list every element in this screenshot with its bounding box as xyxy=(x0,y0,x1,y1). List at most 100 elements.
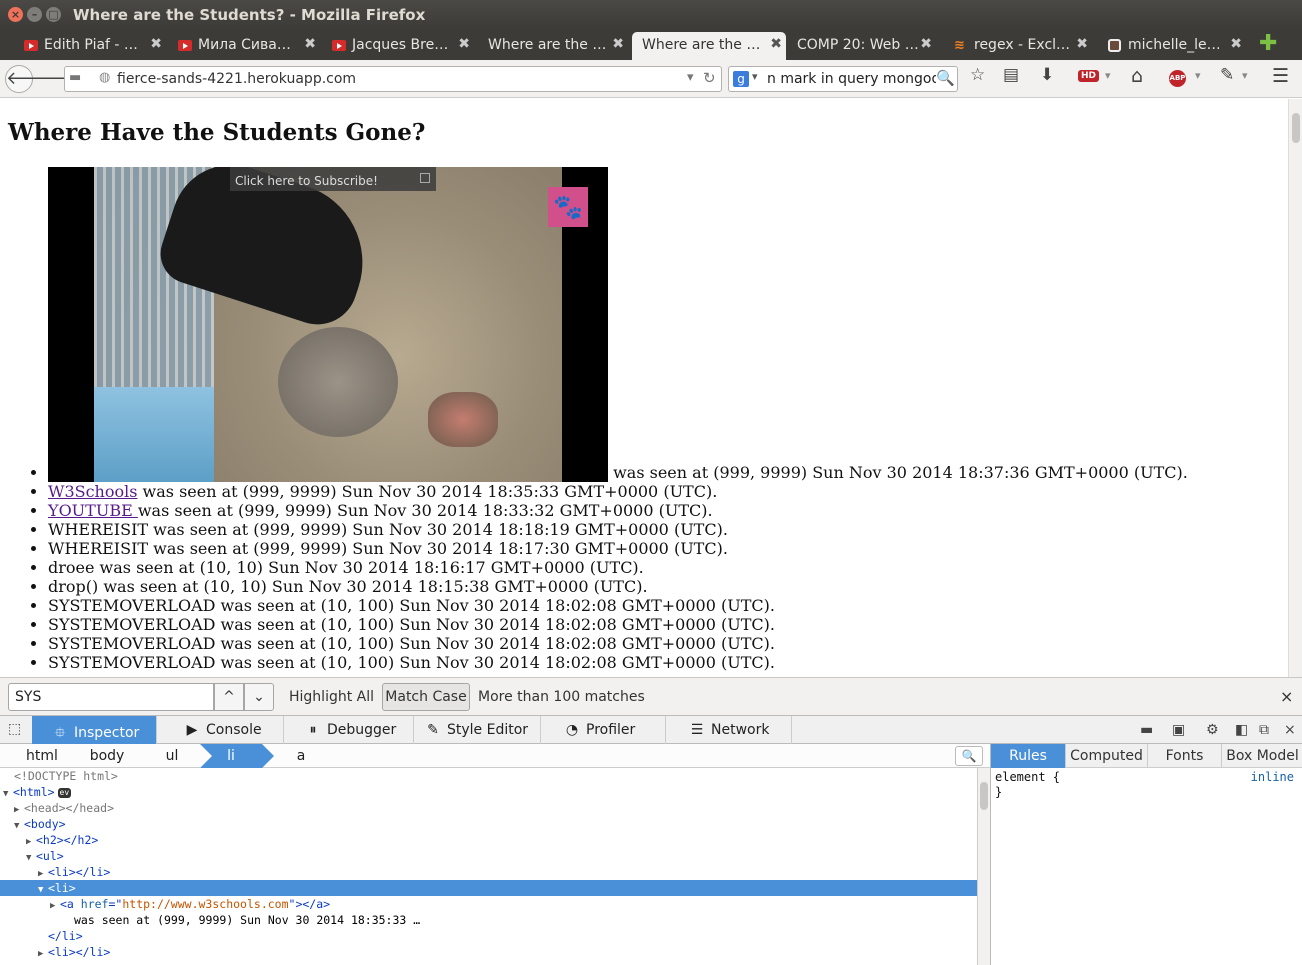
markup-node[interactable]: ▼ <html> ev xyxy=(0,784,977,800)
breadcrumb-html[interactable]: html xyxy=(14,744,70,768)
tab-computed[interactable]: Computed xyxy=(1066,744,1148,768)
browser-tab[interactable]: Jacques Bre… ✖ xyxy=(328,32,474,60)
downloads-icon[interactable]: ⬇ xyxy=(1040,65,1054,85)
forward-button[interactable]: 🡒 xyxy=(36,66,84,92)
tab-style-editor[interactable]: ✎ Style Editor xyxy=(415,716,541,744)
find-previous-button[interactable]: ^ xyxy=(214,683,244,711)
tab-network[interactable]: ☰ Network xyxy=(667,716,792,744)
devtools-close-icon[interactable]: × xyxy=(1284,722,1296,738)
markup-node[interactable]: ▶ <li></li> xyxy=(0,944,977,960)
markup-search-icon[interactable]: 🔍 xyxy=(955,746,983,766)
browser-tab[interactable]: Edith Piaf - … ✖ xyxy=(20,32,166,60)
breadcrumb-body[interactable]: body xyxy=(76,744,138,768)
browser-tab[interactable]: Where are the … ✖ xyxy=(482,32,628,60)
embedded-video[interactable]: Click here to Subscribe! 🐾 xyxy=(48,167,608,482)
google-search-engine-icon[interactable]: g xyxy=(733,71,749,87)
markup-node[interactable]: ▶ <head></head> xyxy=(0,800,977,816)
browser-tab-active[interactable]: Where are the … ✖ xyxy=(632,32,786,60)
back-button[interactable]: 🡐 xyxy=(5,65,54,93)
breadcrumb-ul[interactable]: ul xyxy=(144,744,200,768)
subscribe-tooltip[interactable]: Click here to Subscribe! xyxy=(230,167,436,191)
markup-node[interactable]: ▶ <a href="http://www.w3schools.com"></a> xyxy=(0,896,977,912)
tab-rules[interactable]: Rules xyxy=(991,744,1066,768)
settings-gear-icon[interactable]: ⚙ xyxy=(1206,722,1219,738)
tab-close-icon[interactable]: ✖ xyxy=(612,36,624,52)
tab-close-icon[interactable]: ✖ xyxy=(150,36,162,52)
window-maximize-button[interactable]: □ xyxy=(46,7,61,22)
window-titlebar: × – □ Where are the Students? - Mozilla … xyxy=(0,0,1302,29)
page-scrollbar-thumb[interactable] xyxy=(1292,113,1300,143)
tab-close-icon[interactable]: ✖ xyxy=(920,36,932,52)
item-link[interactable]: W3Schools xyxy=(48,482,137,501)
find-input[interactable]: SYS xyxy=(8,683,214,711)
search-bar[interactable]: g ▾ n mark in query mongodb 🔍 xyxy=(728,66,958,92)
browser-tab[interactable]: Мила Сива… ✖ xyxy=(174,32,320,60)
highlight-all-toggle[interactable]: Highlight All xyxy=(289,689,374,705)
markup-node-selected[interactable]: ▼ <li> xyxy=(0,880,977,896)
search-engine-dropdown-icon[interactable]: ▾ xyxy=(752,70,758,83)
match-case-toggle[interactable]: Match Case xyxy=(382,683,470,711)
search-input[interactable]: n mark in query mongodb xyxy=(767,71,949,87)
responsive-mode-icon[interactable]: ▣ xyxy=(1172,722,1185,738)
markup-node[interactable]: ▼ <body> xyxy=(0,816,977,832)
browser-tab[interactable]: michelle_le… ✖ xyxy=(1104,32,1246,60)
developer-dropdown-icon[interactable]: ▾ xyxy=(1242,69,1248,82)
element-picker-icon[interactable]: ⬚ xyxy=(8,721,21,737)
tab-box-model[interactable]: Box Model xyxy=(1222,744,1302,768)
tab-close-icon[interactable]: ✖ xyxy=(1230,36,1242,52)
paw-logo-icon[interactable]: 🐾 xyxy=(548,187,588,227)
bookmarks-menu-icon[interactable]: ▤ xyxy=(1003,65,1019,85)
tab-close-icon[interactable]: ✖ xyxy=(1076,36,1088,52)
rule-element[interactable]: element {} xyxy=(995,770,1060,800)
find-close-icon[interactable]: × xyxy=(1280,687,1293,706)
markup-node[interactable]: ▼ <ul> xyxy=(0,848,977,864)
browser-tab[interactable]: COMP 20: Web … ✖ xyxy=(790,32,936,60)
tab-console[interactable]: ▶ Console xyxy=(158,716,284,744)
tab-inspector[interactable]: ⯐ Inspector xyxy=(32,716,157,744)
breadcrumb-li[interactable]: li xyxy=(200,744,274,768)
breadcrumb-a[interactable]: a xyxy=(272,744,330,768)
undock-window-icon[interactable]: ⧉ xyxy=(1259,722,1269,738)
url-bar[interactable]: ▬ ◍ fierce-sands-4221.herokuapp.com ▾ ↻ xyxy=(64,66,722,92)
tab-profiler[interactable]: ◔ Profiler xyxy=(542,716,666,744)
developer-tools-icon[interactable]: ✎ xyxy=(1220,65,1234,85)
markup-node[interactable]: <!DOCTYPE html> xyxy=(0,768,977,784)
item-link[interactable]: YOUTUBE xyxy=(48,501,138,520)
new-tab-button[interactable]: ✚ xyxy=(1259,31,1277,56)
window-minimize-button[interactable]: – xyxy=(27,7,42,22)
hd-extension-icon[interactable]: HD xyxy=(1078,70,1100,82)
tab-close-icon[interactable]: ✖ xyxy=(770,36,782,52)
find-next-button[interactable]: ⌄ xyxy=(244,683,274,711)
url-dropdown-icon[interactable]: ▾ xyxy=(687,70,694,85)
reload-icon[interactable]: ↻ xyxy=(703,69,716,87)
window-title: Where are the Students? - Mozilla Firefo… xyxy=(73,6,426,24)
window-close-button[interactable]: × xyxy=(8,7,23,22)
tab-close-icon[interactable]: ✖ xyxy=(304,36,316,52)
markup-scrollbar[interactable] xyxy=(977,768,990,965)
home-icon[interactable]: ⌂ xyxy=(1131,65,1143,87)
tab-label: COMP 20: Web … xyxy=(797,37,919,53)
markup-text-node[interactable]: was seen at (999, 9999) Sun Nov 30 2014 … xyxy=(0,912,977,928)
node-tag: "></a> xyxy=(288,897,331,911)
event-badge[interactable]: ev xyxy=(57,787,72,798)
expand-toggle-icon[interactable]: ▶ xyxy=(38,946,48,962)
dock-side-icon[interactable]: ◧ xyxy=(1235,722,1248,738)
markup-node[interactable]: ▶ <h2></h2> xyxy=(0,832,977,848)
hamburger-menu-icon[interactable]: ☰ xyxy=(1272,65,1289,87)
hd-dropdown-icon[interactable]: ▾ xyxy=(1105,69,1111,82)
rule-source-link[interactable]: inline xyxy=(1251,770,1294,784)
tab-fonts[interactable]: Fonts xyxy=(1148,744,1222,768)
adblock-dropdown-icon[interactable]: ▾ xyxy=(1195,69,1201,82)
tab-groups-icon[interactable]: ▬ xyxy=(69,70,81,85)
browser-tab[interactable]: ≋ regex - Excl… ✖ xyxy=(950,32,1092,60)
markup-node[interactable]: </li> xyxy=(0,928,977,944)
tab-debugger[interactable]: ⏸ Debugger xyxy=(285,716,414,744)
split-console-icon[interactable]: ▬ xyxy=(1140,722,1153,738)
bookmark-star-icon[interactable]: ☆ xyxy=(970,65,985,85)
markup-scrollbar-thumb[interactable] xyxy=(980,782,988,810)
page-scrollbar[interactable] xyxy=(1288,99,1302,677)
search-icon[interactable]: 🔍 xyxy=(936,69,955,87)
adblock-icon[interactable]: ABP xyxy=(1169,70,1186,87)
tab-close-icon[interactable]: ✖ xyxy=(458,36,470,52)
markup-node[interactable]: ▶ <li></li> xyxy=(0,864,977,880)
